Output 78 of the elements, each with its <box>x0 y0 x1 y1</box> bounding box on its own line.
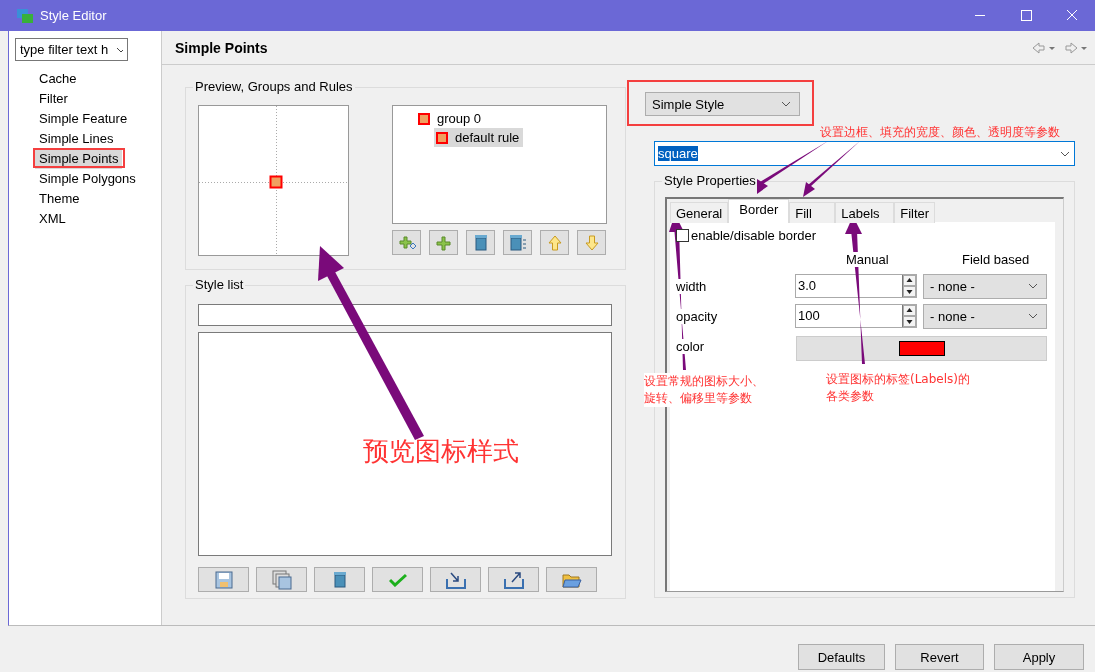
annotation-text: 预览图标样式 <box>363 435 519 468</box>
export-button[interactable] <box>488 567 539 592</box>
chevron-down-icon <box>1060 150 1070 157</box>
sidebar-item[interactable]: Theme <box>35 189 84 209</box>
tab[interactable]: General <box>670 202 729 223</box>
style-type-dropdown[interactable]: Simple Style <box>645 92 800 116</box>
plus-icon <box>397 234 416 251</box>
sidebar-item[interactable]: Filter <box>35 89 72 109</box>
column-header: Manual <box>846 252 889 267</box>
arrow-down-icon <box>584 234 599 251</box>
page-title: Simple Points <box>175 39 268 56</box>
app-icon <box>16 7 34 24</box>
field-based-dropdown[interactable]: - none - <box>923 303 1047 329</box>
save-all-button[interactable] <box>256 567 307 592</box>
column-header: Field based <box>962 252 1030 267</box>
annotation-text: 设置图标的标签(Labels)的各类参数 <box>826 371 971 405</box>
spin-arrows-icon[interactable] <box>903 305 916 327</box>
number-spinner[interactable]: 100 <box>795 304 917 328</box>
navigation-arrows-icon[interactable] <box>1031 41 1087 54</box>
tray-arrow-out-icon <box>503 570 524 589</box>
apply-button[interactable] <box>372 567 423 592</box>
sidebar-item[interactable]: XML <box>35 209 70 229</box>
window-title: Style Editor <box>40 8 107 23</box>
chevron-down-icon <box>781 101 791 107</box>
selected-value: square <box>658 146 698 161</box>
plus-icon <box>435 234 452 251</box>
number-spinner[interactable]: 3.0 <box>795 274 917 298</box>
chevron-down-icon <box>1028 283 1038 289</box>
folder-icon <box>561 571 582 588</box>
checkbox[interactable] <box>676 229 689 242</box>
chevron-down-icon <box>1028 313 1038 319</box>
sidebar-item[interactable]: Cache <box>35 69 81 89</box>
panel-title: Style list <box>193 277 246 293</box>
square-symbol-icon <box>436 131 448 144</box>
tab[interactable]: Labels <box>835 202 895 223</box>
chevron-down-icon <box>116 46 123 53</box>
dialog-button[interactable]: Apply <box>994 644 1084 670</box>
annotation-arrow <box>757 141 828 194</box>
move-down-button[interactable] <box>577 230 606 255</box>
color-swatch <box>898 340 945 356</box>
checkmark-icon <box>388 572 407 587</box>
panel-title: Preview, Groups and Rules <box>193 79 355 95</box>
color-picker-button[interactable] <box>796 335 1047 361</box>
add-rule-button[interactable] <box>429 230 458 255</box>
trash-icon <box>332 571 347 588</box>
dialog-button[interactable]: Defaults <box>798 644 885 670</box>
import-button[interactable] <box>430 567 481 592</box>
delete-button[interactable] <box>314 567 365 592</box>
filter-field[interactable]: type filter text h <box>15 38 128 61</box>
delete-all-button[interactable] <box>503 230 532 255</box>
move-up-button[interactable] <box>540 230 569 255</box>
save-button[interactable] <box>198 567 249 592</box>
square-symbol-icon <box>418 112 430 125</box>
tree-item[interactable]: group 0 <box>418 109 486 128</box>
mark-dropdown[interactable]: square <box>654 141 1075 166</box>
dialog-button[interactable]: Revert <box>895 644 984 670</box>
add-group-button[interactable] <box>392 230 421 255</box>
annotation-text: 设置边框、填充的宽度、颜色、透明度等参数 <box>820 124 1060 141</box>
trash-icon <box>473 234 488 251</box>
trash-icon <box>508 234 527 251</box>
checkbox-label: enable/disable border <box>691 228 817 243</box>
property-label: opacity <box>676 308 721 324</box>
tab[interactable]: Border <box>728 199 790 223</box>
spin-arrows-icon[interactable] <box>903 275 916 297</box>
field-based-dropdown[interactable]: - none - <box>923 273 1047 299</box>
delete-button[interactable] <box>466 230 495 255</box>
open-folder-button[interactable] <box>546 567 597 592</box>
tree-item[interactable]: default rule <box>434 128 524 147</box>
sidebar-item[interactable]: Simple Feature <box>35 109 132 129</box>
tab[interactable]: Fill <box>789 202 836 223</box>
floppy-disks-icon <box>271 569 292 590</box>
style-name-field[interactable] <box>198 304 612 326</box>
sidebar-item[interactable]: Simple Lines <box>35 129 118 149</box>
arrow-up-icon <box>547 234 562 251</box>
tray-arrow-in-icon <box>445 570 466 589</box>
tab[interactable]: Filter <box>894 202 936 223</box>
panel-title: Style Properties <box>662 173 758 189</box>
sidebar-item[interactable]: Simple Polygons <box>35 169 140 189</box>
